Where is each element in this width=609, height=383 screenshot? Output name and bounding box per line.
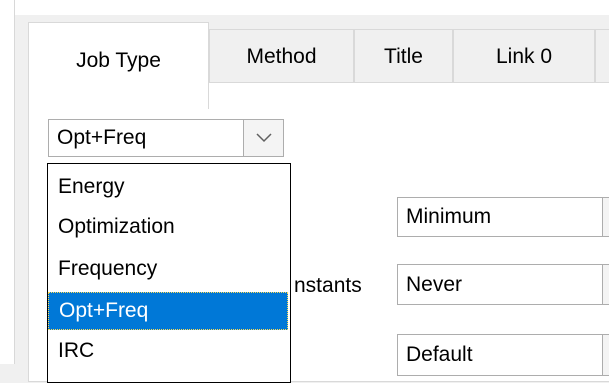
force-constants-combo-button[interactable]: [602, 265, 609, 304]
force-constants-combo-value: Never: [406, 272, 463, 296]
option-optimization[interactable]: Optimization: [48, 208, 288, 246]
job-type-dropdown: Energy Optimization Frequency Opt+Freq I…: [47, 163, 291, 383]
tab-link-0-label: Link 0: [495, 44, 553, 68]
optimize-to-combo-button[interactable]: [602, 198, 609, 236]
job-type-combo[interactable]: Opt+Freq: [48, 119, 284, 157]
window-top-edge: [0, 0, 609, 15]
chevron-down-icon: [256, 133, 272, 143]
tab-overflow[interactable]: [595, 29, 609, 83]
option-opt-freq[interactable]: Opt+Freq: [48, 292, 288, 330]
option-energy-label: Energy: [58, 175, 125, 198]
tab-title-label: Title: [384, 44, 423, 68]
third-option-combo[interactable]: Default: [397, 334, 609, 376]
option-irc-label: IRC: [58, 339, 95, 362]
job-type-combo-button[interactable]: [243, 120, 283, 156]
option-energy[interactable]: Energy: [48, 168, 288, 206]
tab-job-type[interactable]: Job Type: [28, 22, 209, 109]
force-constants-combo[interactable]: Never: [397, 264, 609, 305]
job-type-combo-value: Opt+Freq: [57, 126, 147, 149]
option-frequency-label: Frequency: [58, 257, 158, 280]
option-frequency[interactable]: Frequency: [48, 250, 288, 288]
third-option-combo-button[interactable]: [602, 335, 609, 375]
tab-link-0[interactable]: Link 0: [453, 29, 595, 83]
window-left-edge: [0, 0, 15, 364]
force-constants-label: nstants: [294, 274, 362, 297]
optimize-to-combo[interactable]: Minimum: [397, 197, 609, 237]
option-optimization-label: Optimization: [58, 215, 175, 238]
tab-job-type-label: Job Type: [76, 49, 161, 72]
option-irc[interactable]: IRC: [48, 332, 288, 370]
tab-title[interactable]: Title: [354, 29, 453, 83]
third-option-combo-value: Default: [406, 343, 473, 366]
optimize-to-combo-value: Minimum: [406, 205, 492, 228]
tab-method[interactable]: Method: [209, 29, 354, 83]
option-opt-freq-label: Opt+Freq: [59, 299, 149, 322]
tab-method-label: Method: [246, 44, 317, 68]
